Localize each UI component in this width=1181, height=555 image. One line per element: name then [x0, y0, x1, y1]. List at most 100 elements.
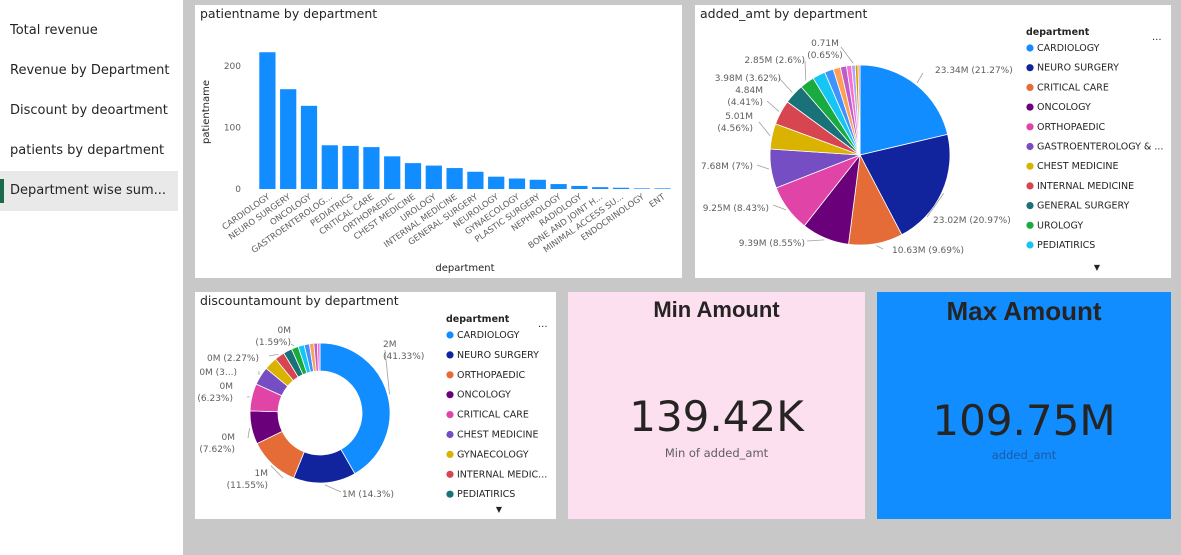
- legend-item[interactable]: INTERNAL MEDICINE: [1037, 181, 1134, 192]
- legend-marker: [1026, 83, 1034, 91]
- max-amount-label: added_amt: [991, 448, 1057, 462]
- leader-line: [247, 428, 250, 439]
- min-amount-card[interactable]: Min Amount 139.42K Min of added_amt: [568, 292, 865, 519]
- bar[interactable]: [259, 52, 276, 189]
- legend-marker: [1026, 162, 1034, 170]
- legend-item[interactable]: CARDIOLOGY: [1037, 43, 1100, 54]
- leader-line: [268, 353, 279, 357]
- nav-revenue-by-department[interactable]: Revenue by Department: [0, 51, 178, 91]
- legend-item[interactable]: CHEST MEDICINE: [457, 430, 539, 441]
- bar[interactable]: [550, 184, 567, 189]
- min-amount-title: Min Amount: [653, 297, 780, 322]
- data-label: (0.65%): [807, 51, 843, 61]
- data-label: (1.59%): [255, 338, 291, 348]
- data-label: (4.56%): [717, 124, 753, 134]
- data-label: 1M: [255, 469, 269, 479]
- leader-line: [766, 100, 780, 112]
- legend-marker: [1026, 202, 1034, 210]
- data-label: 1M (14.3%): [342, 490, 394, 500]
- legend-item[interactable]: CARDIOLOGY: [457, 330, 520, 341]
- legend-item[interactable]: ONCOLOGY: [1037, 102, 1091, 113]
- bar[interactable]: [633, 188, 650, 189]
- pie-chart-card[interactable]: added_amt by department 23.34M (21.27%) 2…: [695, 5, 1171, 278]
- bar[interactable]: [384, 156, 401, 189]
- legend-marker: [446, 490, 454, 498]
- legend-marker: [446, 470, 454, 478]
- bar[interactable]: [592, 187, 609, 189]
- donut-chart-card[interactable]: discountamount by department 2M (41.33%) 1…: [195, 292, 556, 519]
- legend-item[interactable]: NEURO SURGERY: [457, 350, 539, 361]
- legend-title: department: [446, 314, 510, 325]
- legend-marker: [1026, 103, 1034, 111]
- legend-item[interactable]: GYNAECOLOGY: [457, 449, 529, 460]
- legend-item[interactable]: PEDIATIRICS: [1037, 240, 1095, 251]
- nav-patients-by-department[interactable]: patients by department: [0, 131, 178, 171]
- bar[interactable]: [571, 185, 588, 189]
- data-label: 0M (2.27%): [207, 354, 259, 364]
- bar-chart-card[interactable]: patientname by department 0 100 200 patient…: [195, 5, 682, 278]
- legend-marker: [1026, 44, 1034, 52]
- bar[interactable]: [280, 89, 297, 189]
- max-amount-title: Max Amount: [946, 296, 1102, 326]
- bar[interactable]: [529, 179, 546, 189]
- report-page-navigation: Total revenue Revenue by Department Disc…: [0, 0, 183, 555]
- data-label: 0M (3...): [199, 368, 237, 378]
- data-label: 5.01M: [725, 112, 753, 122]
- min-amount-label: Min of added_amt: [664, 446, 769, 460]
- leader-line: [916, 72, 924, 84]
- legend-item[interactable]: INTERNAL MEDIC...: [457, 469, 547, 480]
- legend-title: department: [1026, 27, 1090, 38]
- donut-chart: 2M (41.33%) 1M (14.3%) 1M (11.55%) 0M (7.62%) 0…: [197, 314, 548, 514]
- legend-item[interactable]: GASTROENTEROLOGY & ...: [1037, 142, 1163, 153]
- bar[interactable]: [612, 187, 630, 189]
- bar[interactable]: [363, 147, 380, 189]
- bar[interactable]: [321, 145, 338, 189]
- legend-marker: [446, 450, 454, 458]
- legend-item[interactable]: CHEST MEDICINE: [1037, 161, 1119, 172]
- legend-item[interactable]: CRITICAL CARE: [457, 410, 529, 421]
- min-amount-value: 139.42K: [629, 392, 804, 441]
- legend-marker: [446, 411, 454, 419]
- nav-total-revenue[interactable]: Total revenue: [0, 11, 178, 51]
- legend-item[interactable]: ONCOLOGY: [457, 390, 511, 401]
- data-label: 0M: [222, 433, 236, 443]
- nav-department-wise-summary[interactable]: Department wise sum...: [0, 171, 178, 211]
- max-amount-card[interactable]: Max Amount 109.75M added_amt: [877, 292, 1171, 519]
- legend-item[interactable]: GENERAL SURGERY: [1037, 201, 1129, 212]
- data-label: 10.63M (9.69%): [892, 246, 964, 256]
- bar-chart: 0100200patientnameCARDIOLOGYNEURO SURGER…: [201, 52, 671, 274]
- legend-item[interactable]: UROLOGY: [1037, 220, 1083, 231]
- bar[interactable]: [446, 168, 463, 189]
- y-axis-title: patientname: [201, 80, 212, 144]
- legend-marker: [446, 391, 454, 399]
- legend-item[interactable]: CRITICAL CARE: [1037, 82, 1109, 93]
- y-tick-label: 100: [224, 123, 241, 133]
- leader-line: [806, 239, 825, 242]
- more-options-icon[interactable]: ...: [1152, 32, 1162, 43]
- nav-discount-by-department[interactable]: Discount by deoartment: [0, 91, 178, 131]
- data-label: 0M: [220, 382, 234, 392]
- bar[interactable]: [654, 188, 671, 189]
- legend-marker: [1026, 182, 1034, 190]
- scroll-down-icon[interactable]: ▼: [496, 505, 503, 514]
- data-label: 3.98M (3.62%): [715, 74, 781, 84]
- bar[interactable]: [404, 163, 422, 189]
- scroll-down-icon[interactable]: ▼: [1094, 263, 1101, 272]
- legend-item[interactable]: PEDIATIRICS: [457, 489, 515, 500]
- legend-item[interactable]: NEURO SURGERY: [1037, 63, 1119, 74]
- bar[interactable]: [467, 171, 484, 189]
- bar[interactable]: [508, 178, 526, 189]
- data-label: 4.84M: [735, 86, 763, 96]
- legend-marker: [446, 430, 454, 439]
- bar[interactable]: [488, 176, 505, 189]
- legend-item[interactable]: ORTHOPAEDIC: [457, 370, 526, 381]
- more-options-icon[interactable]: ...: [538, 319, 548, 330]
- data-label: (11.55%): [227, 481, 268, 491]
- data-label: (7.62%): [199, 445, 235, 455]
- bar[interactable]: [342, 145, 359, 189]
- legend-item[interactable]: ORTHOPAEDIC: [1037, 122, 1106, 133]
- bar[interactable]: [300, 105, 318, 189]
- leader-line: [840, 46, 854, 64]
- bar[interactable]: [425, 165, 442, 189]
- y-tick-label: 0: [235, 185, 241, 195]
